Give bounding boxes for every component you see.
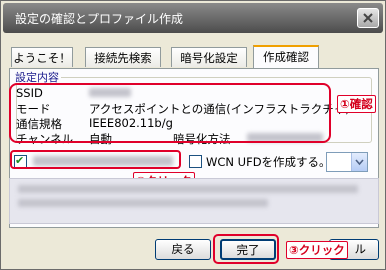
window-title: 設定の確認とプロファイル作成 xyxy=(15,12,184,26)
callout-confirm: ①確認 xyxy=(337,95,376,113)
description-area xyxy=(9,178,379,224)
tab-encryption[interactable]: 暗号化設定 xyxy=(171,47,247,67)
wcn-checkbox[interactable] xyxy=(189,155,202,168)
tab-confirm[interactable]: 作成確認 xyxy=(253,45,319,68)
tab-welcome[interactable]: ようこそ！ xyxy=(11,47,73,67)
combo-dropdown-button[interactable] xyxy=(351,153,367,171)
tab-search[interactable]: 接続先検索 xyxy=(85,47,161,67)
close-button[interactable] xyxy=(357,8,379,28)
callout-click-finish: ③クリック xyxy=(286,241,348,259)
description-line-redacted xyxy=(18,185,358,193)
confirm-highlight xyxy=(9,83,331,143)
wcn-label: WCN UFDを作成する。 xyxy=(206,155,331,169)
back-button[interactable]: 戻る xyxy=(155,239,211,260)
tab-strip: ようこそ！ 接続先検索 暗号化設定 作成確認 xyxy=(11,45,381,69)
chevron-down-icon xyxy=(355,159,364,166)
description-line-redacted xyxy=(18,199,268,207)
wcn-drive-select[interactable] xyxy=(326,152,368,172)
checkbox-highlight xyxy=(10,150,181,169)
close-icon xyxy=(363,13,373,23)
finish-highlight xyxy=(213,234,279,264)
profile-wizard-window: 設定の確認とプロファイル作成 ようこそ！ 接続先検索 暗号化設定 作成確認 設定… xyxy=(0,0,386,270)
title-bar: 設定の確認とプロファイル作成 xyxy=(3,3,383,33)
